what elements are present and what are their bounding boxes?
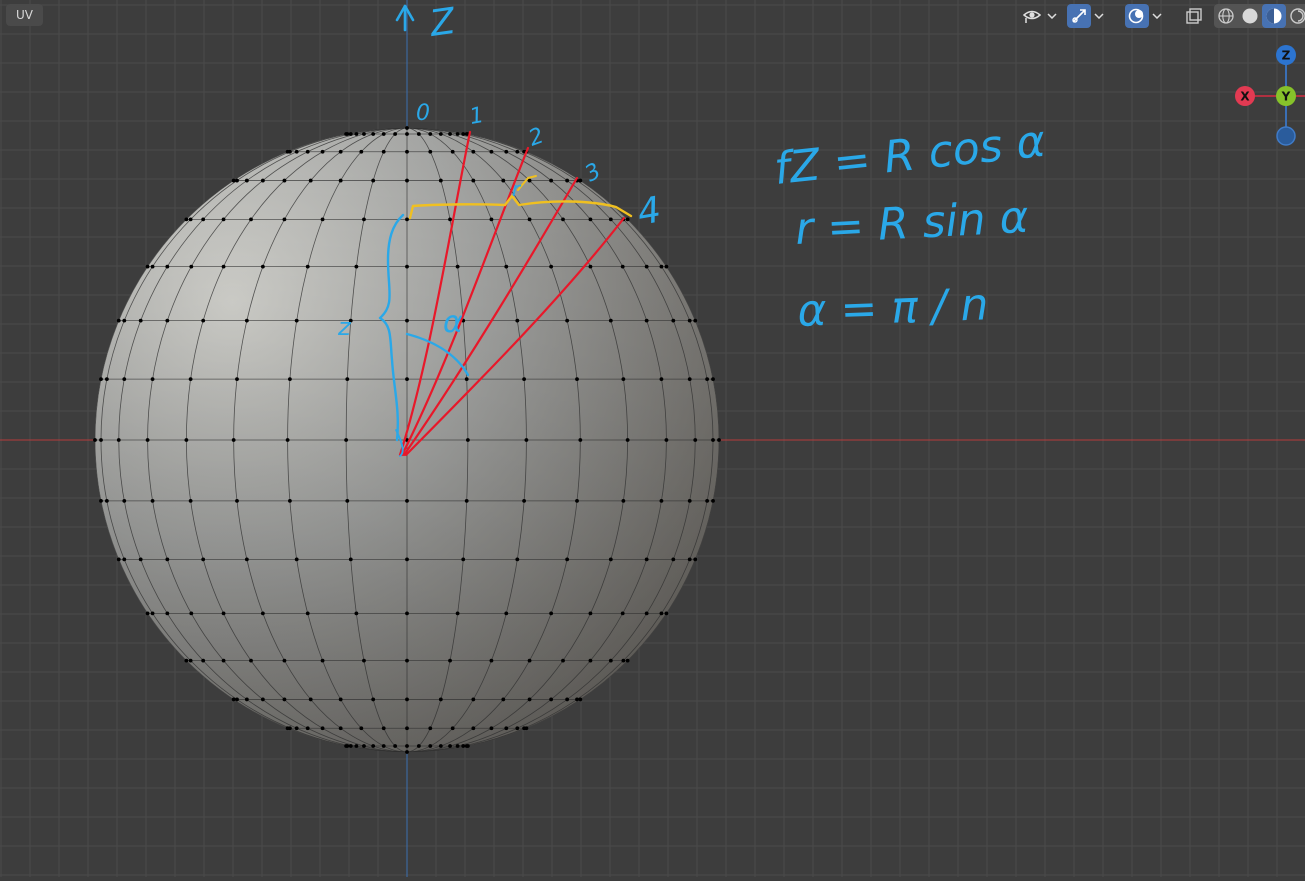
formula-radius: r = R sin α (794, 192, 1030, 255)
material-shading-icon[interactable] (1262, 4, 1286, 28)
visibility-toggle[interactable] (1020, 4, 1060, 28)
height-label: z (337, 313, 352, 341)
wireframe-shading-icon[interactable] (1214, 4, 1238, 28)
x-axis-label: X (1240, 90, 1250, 104)
segment-label-3: 3 (581, 159, 605, 188)
z-axis-label: Z (1282, 49, 1291, 63)
chevron-down-icon[interactable] (1044, 4, 1060, 28)
formula-angle: α = π / n (797, 279, 990, 337)
gizmo-toggle[interactable] (1067, 4, 1107, 28)
solid-shading-icon[interactable] (1238, 4, 1262, 28)
viewport-canvas[interactable]: Z0 1234rz αfZ = R cos αr = R sin αα = π / … (0, 0, 1305, 877)
uv-sphere-mesh[interactable] (93, 126, 721, 754)
angle-label: α (443, 305, 463, 340)
chevron-down-icon[interactable] (1091, 4, 1107, 28)
overlay-icon[interactable] (1125, 4, 1149, 28)
y-axis-label: Y (1281, 90, 1291, 104)
visibility-icon[interactable] (1020, 4, 1044, 28)
shading-mode-group[interactable] (1214, 4, 1305, 28)
3d-viewport[interactable]: Z 0 1 2 3 4 r z α fZ = R cos αr = R sin αα = π / … (0, 0, 1305, 877)
chevron-down-icon[interactable] (1149, 4, 1165, 28)
z-axis-annotation: Z (427, 1, 459, 45)
gizmo-icon[interactable] (1067, 4, 1091, 28)
xray-toggle[interactable] (1182, 4, 1206, 28)
editor-mode-button[interactable]: UV (6, 4, 43, 26)
navigation-gizmo[interactable]: Z X Y (1226, 40, 1305, 150)
overlay-toggle[interactable] (1125, 4, 1165, 28)
rendered-shading-icon[interactable] (1286, 4, 1305, 28)
segment-label-0: 0 (416, 101, 430, 126)
xray-icon[interactable] (1182, 4, 1206, 28)
negative-z-axis-handle[interactable] (1276, 126, 1296, 146)
segment-label-1: 1 (468, 103, 486, 130)
